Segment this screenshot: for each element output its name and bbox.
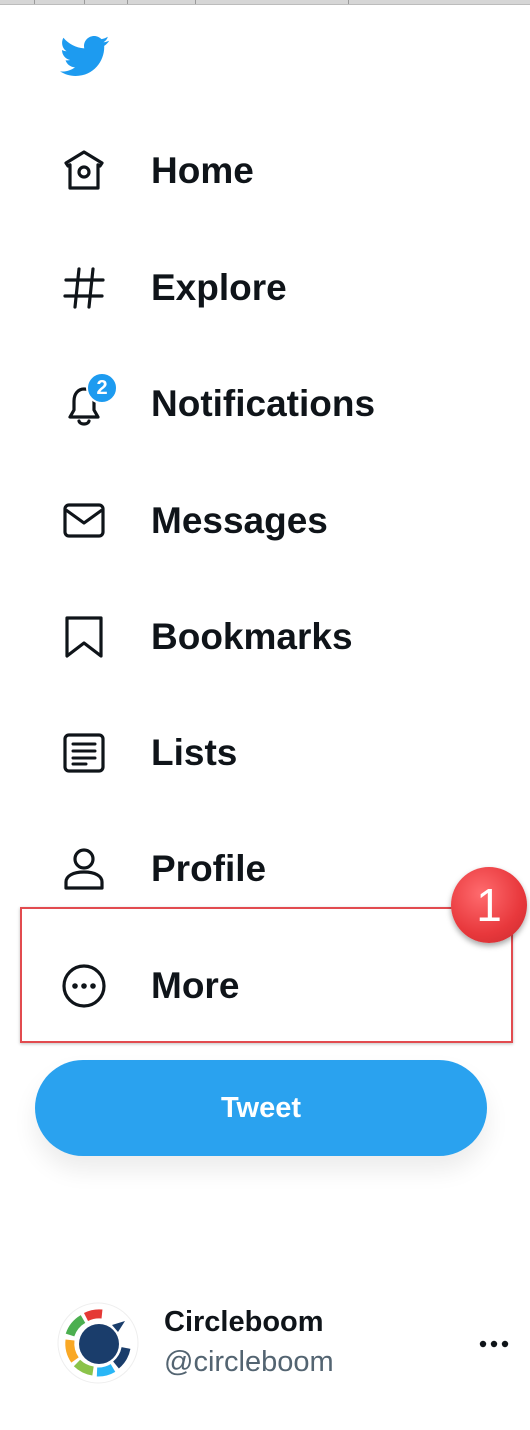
annotation-highlight-box bbox=[20, 907, 513, 1043]
nav-label: Profile bbox=[151, 848, 267, 889]
nav-label: Notifications bbox=[151, 383, 376, 424]
top-edge-tick bbox=[34, 0, 35, 4]
nav-item-lists[interactable]: Lists bbox=[36, 713, 456, 793]
browser-top-edge bbox=[0, 0, 530, 5]
home-icon bbox=[64, 150, 104, 190]
tweet-button[interactable]: Tweet bbox=[35, 1060, 487, 1156]
envelope-icon bbox=[63, 503, 105, 538]
nav-icon-wrap bbox=[36, 597, 132, 677]
nav-label: Lists bbox=[151, 732, 238, 773]
top-edge-tick bbox=[348, 0, 349, 4]
nav-icon-wrap bbox=[36, 829, 132, 909]
list-icon bbox=[63, 733, 105, 773]
nav-icon-wrap: 2 bbox=[36, 364, 132, 444]
nav-item-explore[interactable]: Explore bbox=[36, 248, 456, 328]
top-edge-tick bbox=[195, 0, 196, 4]
nav-label: Bookmarks bbox=[151, 616, 353, 657]
account-handle: @circleboom bbox=[164, 1346, 334, 1378]
twitter-bird-icon bbox=[60, 35, 110, 76]
annotation-step-marker: 1 bbox=[451, 867, 527, 943]
nav-icon-wrap bbox=[36, 481, 132, 561]
top-edge-tick bbox=[84, 0, 85, 4]
nav-icon-wrap bbox=[36, 131, 132, 211]
nav-item-bookmarks[interactable]: Bookmarks bbox=[36, 597, 456, 677]
nav-item-profile[interactable]: Profile bbox=[36, 829, 456, 909]
ellipsis-icon bbox=[479, 1340, 509, 1348]
nav-label: Explore bbox=[151, 267, 287, 308]
nav-label: Messages bbox=[151, 500, 328, 541]
nav-item-messages[interactable]: Messages bbox=[36, 481, 456, 561]
hashtag-icon bbox=[63, 267, 105, 309]
account-menu-button[interactable] bbox=[470, 1326, 518, 1362]
person-icon bbox=[64, 848, 104, 890]
top-edge-tick bbox=[127, 0, 128, 4]
bookmark-icon bbox=[65, 616, 103, 658]
twitter-logo[interactable] bbox=[54, 30, 114, 82]
account-name: Circleboom bbox=[164, 1306, 324, 1338]
avatar bbox=[57, 1302, 139, 1384]
nav-icon-wrap bbox=[36, 248, 132, 328]
nav-label: Home bbox=[151, 150, 254, 191]
nav-item-notifications[interactable]: 2 Notifications bbox=[36, 364, 456, 444]
nav-item-home[interactable]: Home bbox=[36, 131, 456, 211]
nav-icon-wrap bbox=[36, 713, 132, 793]
account-switcher[interactable]: Circleboom @circleboom bbox=[50, 1296, 520, 1391]
notification-badge: 2 bbox=[86, 372, 118, 404]
